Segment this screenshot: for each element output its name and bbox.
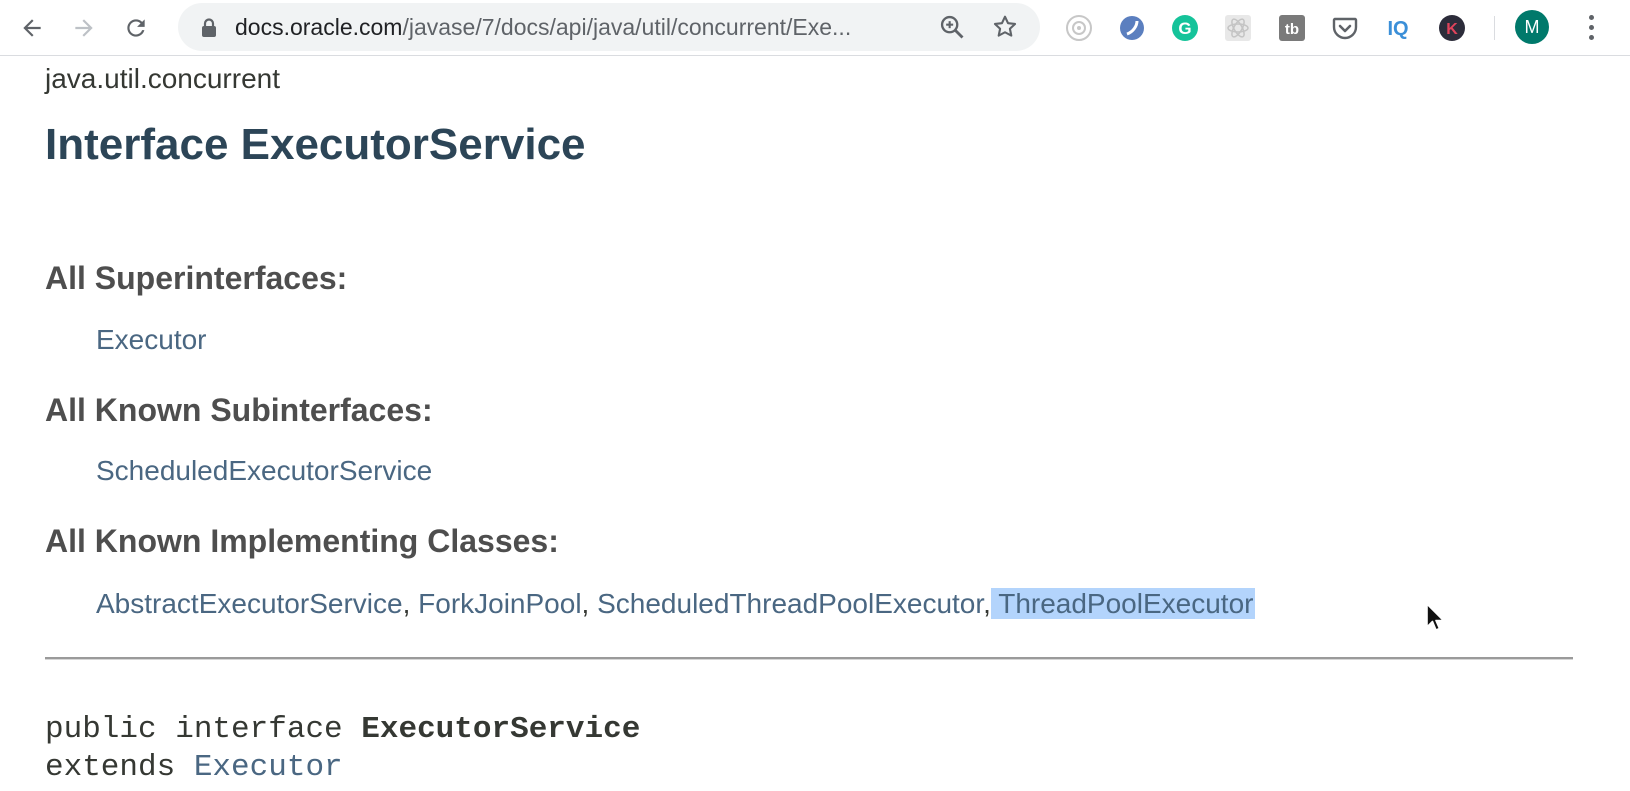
page-title: Interface ExecutorService (45, 120, 586, 169)
package-label: java.util.concurrent (45, 63, 281, 94)
k-extension-icon[interactable]: K (1436, 12, 1468, 44)
pocket-icon[interactable] (1329, 12, 1361, 44)
camera-extension-icon[interactable] (1063, 12, 1095, 44)
mouse-pointer-icon (1426, 603, 1445, 631)
link-abstract-executor-service[interactable]: AbstractExecutorService (96, 588, 403, 619)
subinterfaces-heading: All Known Subinterfaces: (45, 392, 433, 428)
profile-avatar[interactable]: M (1515, 10, 1549, 44)
javadoc-page: java.util.concurrent Interface ExecutorS… (0, 57, 1630, 791)
tb-extension-icon[interactable]: tb (1276, 12, 1308, 44)
react-devtools-icon[interactable] (1222, 12, 1254, 44)
list-separator: , (983, 588, 991, 619)
svg-text:K: K (1446, 21, 1458, 38)
superinterfaces-list: Executor (96, 323, 207, 357)
implementing-classes-list: AbstractExecutorService, ForkJoinPool, S… (96, 587, 1256, 621)
zoom-icon[interactable] (938, 13, 966, 41)
url-host: docs.oracle.com (235, 14, 403, 40)
arrow-right-icon (75, 19, 93, 37)
url-path: /javase/7/docs/api/java/util/concurrent/… (402, 14, 852, 40)
signature-line-1: public interface ExecutorService (45, 711, 640, 749)
url-text: docs.oracle.com/javase/7/docs/api/java/u… (235, 14, 925, 40)
arrow-left-icon (23, 19, 41, 37)
bookmark-star-icon[interactable] (991, 13, 1019, 41)
implementing-classes-heading: All Known Implementing Classes: (45, 523, 559, 559)
link-executor[interactable]: Executor (96, 324, 207, 355)
svg-text:IQ: IQ (1387, 18, 1408, 40)
link-scheduled-thread-pool-executor[interactable]: ScheduledThreadPoolExecutor (597, 588, 983, 619)
subinterfaces-list: ScheduledExecutorService (96, 454, 432, 488)
address-bar[interactable]: docs.oracle.com/javase/7/docs/api/java/u… (178, 3, 1040, 51)
link-fork-join-pool[interactable]: ForkJoinPool (418, 588, 581, 619)
signature-line-2: extends Executor (45, 749, 343, 787)
iq-extension-icon[interactable]: IQ (1382, 12, 1414, 44)
link-thread-pool-executor[interactable]: ThreadPoolExecutor (998, 588, 1256, 619)
browser-menu-button[interactable] (1578, 10, 1604, 44)
svg-text:G: G (1178, 19, 1191, 38)
signature-modifiers: public interface (45, 712, 362, 747)
reload-icon (127, 19, 145, 37)
superinterfaces-heading: All Superinterfaces: (45, 260, 348, 296)
grammarly-icon[interactable]: G (1169, 12, 1201, 44)
section-divider (45, 657, 1573, 660)
browser-toolbar: docs.oracle.com/javase/7/docs/api/java/u… (0, 0, 1630, 56)
link-scheduled-executor-service[interactable]: ScheduledExecutorService (96, 455, 432, 486)
signature-interface-name: ExecutorService (361, 712, 641, 747)
forward-button[interactable] (64, 8, 104, 48)
list-separator: , (402, 588, 411, 619)
svg-text:tb: tb (1285, 21, 1299, 38)
signature-extends: extends (45, 750, 194, 785)
back-button[interactable] (12, 8, 52, 48)
reload-button[interactable] (116, 8, 156, 48)
lock-icon (202, 18, 216, 37)
vpn-extension-icon[interactable] (1116, 12, 1148, 44)
toolbar-separator (1494, 16, 1495, 40)
signature-link-executor[interactable]: Executor (194, 750, 343, 785)
